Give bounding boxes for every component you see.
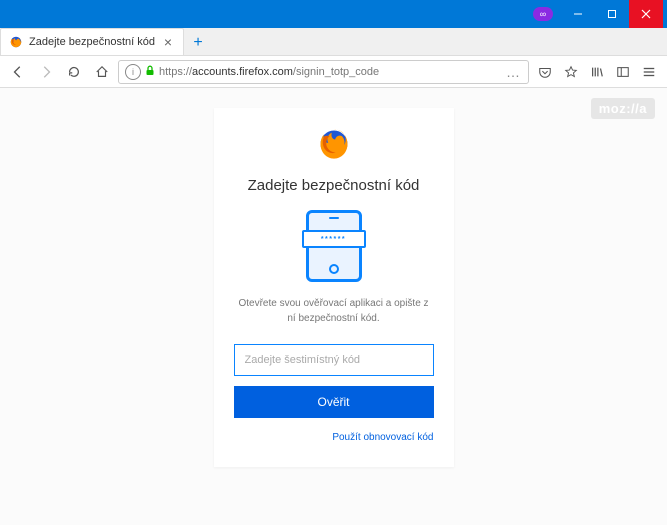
page-dots[interactable]: … xyxy=(504,64,522,80)
totp-card: Zadejte bezpečnostní kód ****** Otevřete… xyxy=(214,108,454,467)
bookmark-icon[interactable] xyxy=(559,60,583,84)
instructions-text: Otevřete svou ověřovací aplikaci a opišt… xyxy=(234,296,434,326)
back-button[interactable] xyxy=(6,60,30,84)
tab-bar: Zadejte bezpečnostní kód × + xyxy=(0,28,667,56)
tab-close-icon[interactable]: × xyxy=(161,35,175,49)
new-tab-button[interactable]: + xyxy=(184,31,212,55)
lock-icon xyxy=(145,65,155,79)
minimize-button[interactable] xyxy=(561,0,595,28)
menu-icon[interactable] xyxy=(637,60,661,84)
totp-code-input[interactable] xyxy=(234,344,434,376)
close-button[interactable] xyxy=(629,0,663,28)
tab-active[interactable]: Zadejte bezpečnostní kód × xyxy=(0,28,184,55)
tab-title: Zadejte bezpečnostní kód xyxy=(29,36,155,48)
code-mask-bubble: ****** xyxy=(302,230,366,248)
verify-button[interactable]: Ověřit xyxy=(234,386,434,418)
site-info-icon[interactable]: i xyxy=(125,64,141,80)
card-heading: Zadejte bezpečnostní kód xyxy=(234,177,434,194)
window-titlebar: ∞ xyxy=(0,0,667,28)
mask-icon[interactable]: ∞ xyxy=(533,7,553,21)
mozilla-badge: moz://a xyxy=(591,98,655,119)
device-illustration: ****** xyxy=(303,210,365,282)
page-content: moz://a Zadejte bezpečnostní kód ****** … xyxy=(0,88,667,525)
nav-toolbar: i https://accounts.firefox.com/signin_to… xyxy=(0,56,667,88)
forward-button[interactable] xyxy=(34,60,58,84)
url-bar[interactable]: i https://accounts.firefox.com/signin_to… xyxy=(118,60,529,84)
sidebar-icon[interactable] xyxy=(611,60,635,84)
firefox-logo-icon xyxy=(316,126,352,162)
recovery-code-link[interactable]: Použít obnovovací kód xyxy=(234,432,434,443)
home-button[interactable] xyxy=(90,60,114,84)
pocket-icon[interactable] xyxy=(533,60,557,84)
library-icon[interactable] xyxy=(585,60,609,84)
reload-button[interactable] xyxy=(62,60,86,84)
maximize-button[interactable] xyxy=(595,0,629,28)
url-text: https://accounts.firefox.com/signin_totp… xyxy=(159,66,500,78)
firefox-favicon-icon xyxy=(9,35,23,49)
